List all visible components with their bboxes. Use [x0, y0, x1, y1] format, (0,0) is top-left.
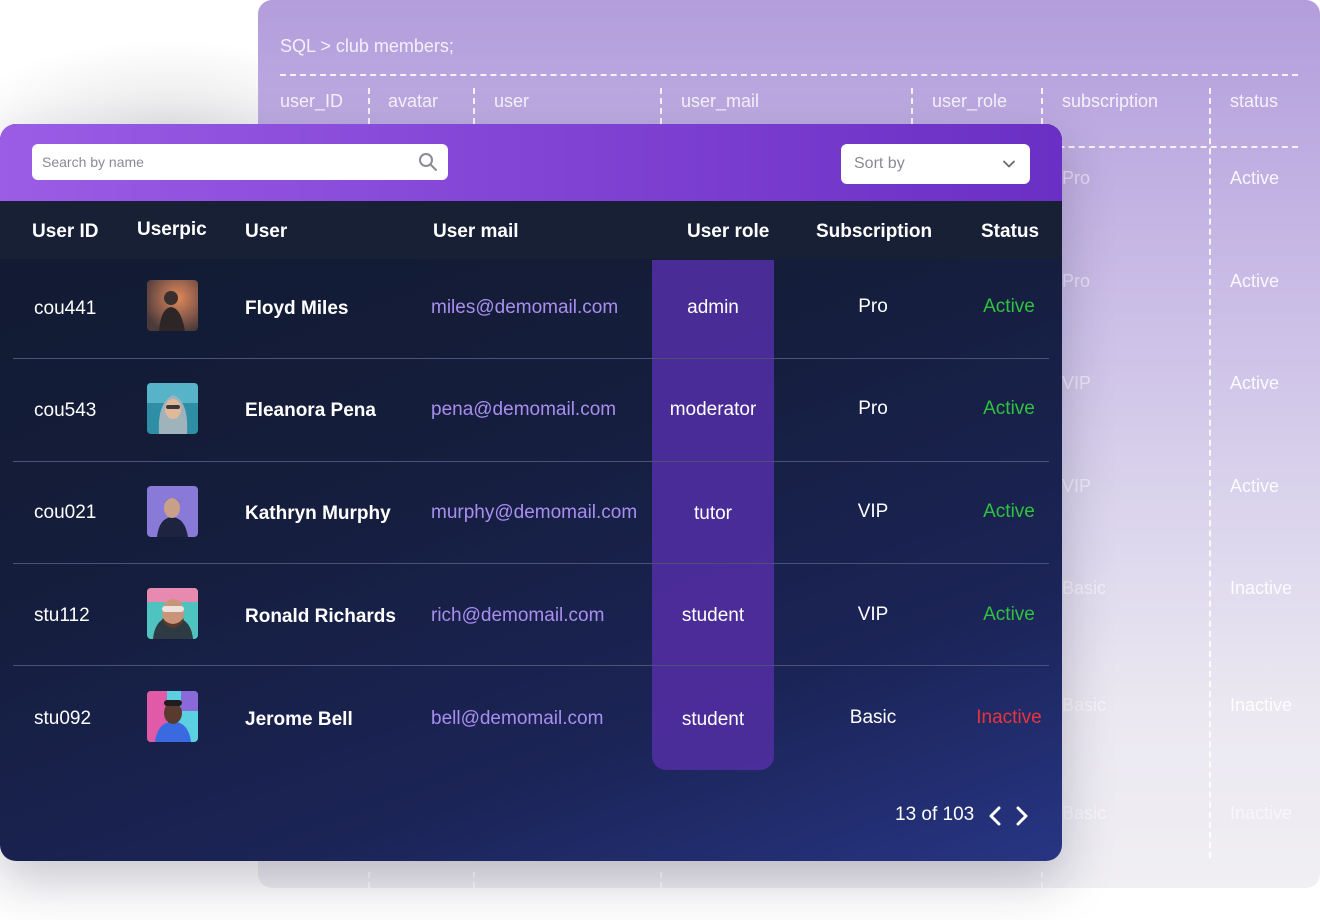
sql-column-divider: [660, 88, 662, 124]
sql-divider: [280, 74, 1298, 76]
sql-column-divider: [1041, 872, 1043, 888]
sql-header-user-role: user_role: [932, 91, 1008, 111]
cell-user-role: student: [681, 709, 745, 730]
sql-cell-subscription: Pro: [1062, 168, 1091, 188]
cell-user-id: cou441: [34, 298, 97, 319]
cell-user-id: cou021: [34, 502, 97, 523]
sql-cell-status: Inactive: [1230, 803, 1293, 823]
sql-column-divider: [1209, 88, 1211, 858]
sql-cell-status: Active: [1230, 373, 1280, 393]
table-row[interactable]: stu092 Jerome Bell bell@demomail.com stu…: [0, 666, 1062, 768]
avatar: [147, 280, 198, 331]
cell-user-mail[interactable]: rich@demomail.com: [431, 605, 604, 627]
cell-subscription: Pro: [858, 296, 888, 317]
cell-user-role: tutor: [693, 503, 733, 524]
chevron-down-icon: [1003, 160, 1015, 168]
cell-user-name: Jerome Bell: [245, 709, 353, 730]
avatar: [147, 588, 198, 639]
cell-user-mail[interactable]: bell@demomail.com: [431, 708, 603, 730]
header-subscription[interactable]: Subscription: [816, 221, 932, 243]
sql-cell-subscription: VIP: [1062, 373, 1092, 393]
avatar: [147, 383, 198, 434]
header-user-mail[interactable]: User mail: [433, 221, 519, 243]
header-status[interactable]: Status: [981, 221, 1039, 243]
cell-user-id: stu112: [34, 605, 90, 626]
sql-cell-status: Active: [1230, 476, 1280, 496]
cell-user-role: moderator: [669, 399, 757, 420]
cell-status: Active: [983, 604, 1035, 625]
sql-cell-subscription: Pro: [1062, 271, 1091, 291]
table-row[interactable]: cou441 Floyd Miles miles@demomail.com ad…: [0, 260, 1062, 362]
table-header: User ID Userpic User User mail User role…: [0, 201, 1062, 259]
header-userpic[interactable]: Userpic: [137, 219, 207, 241]
cell-status: Inactive: [976, 707, 1042, 728]
members-table-card: Sort by User ID Userpic User User mail U…: [0, 124, 1062, 861]
sql-divider: [1028, 146, 1298, 148]
sql-header-user-mail: user_mail: [681, 91, 760, 111]
sql-cell-subscription: VIP: [1062, 476, 1092, 496]
search-icon[interactable]: [418, 152, 438, 172]
sql-column-divider: [1041, 88, 1043, 124]
header-user-id[interactable]: User ID: [32, 221, 99, 243]
cell-user-name: Eleanora Pena: [245, 400, 376, 421]
row-divider: [13, 358, 1049, 359]
sql-header-avatar: avatar: [388, 91, 439, 111]
sql-header-user: user: [494, 91, 530, 111]
sql-column-divider: [368, 872, 370, 888]
chevron-right-icon[interactable]: [1013, 805, 1031, 827]
cell-status: Active: [983, 398, 1035, 419]
cell-user-name: Floyd Miles: [245, 298, 349, 319]
search-input[interactable]: [32, 144, 412, 180]
cell-user-mail[interactable]: murphy@demomail.com: [431, 502, 637, 524]
avatar: [147, 691, 198, 742]
cell-status: Active: [983, 501, 1035, 522]
cell-user-name: Ronald Richards: [245, 606, 396, 627]
table-row[interactable]: cou021 Kathryn Murphy murphy@demomail.co…: [0, 462, 1062, 564]
sql-column-divider: [473, 872, 475, 888]
sql-column-divider: [368, 88, 370, 124]
cell-user-id: stu092: [34, 708, 92, 729]
chevron-left-icon[interactable]: [986, 805, 1004, 827]
header-user[interactable]: User: [245, 221, 287, 243]
table-row[interactable]: stu112 Ronald Richards rich@demomail.com…: [0, 564, 1062, 666]
sql-title: SQL > club members;: [280, 36, 454, 56]
cell-subscription: Basic: [849, 707, 897, 728]
table-row[interactable]: cou543 Eleanora Pena pena@demomail.com m…: [0, 360, 1062, 462]
cell-user-name: Kathryn Murphy: [245, 503, 391, 524]
sql-cell-subscription: Basic: [1062, 578, 1107, 598]
cell-subscription: VIP: [857, 604, 889, 625]
toolbar: Sort by: [0, 124, 1062, 201]
pagination-label: 13 of 103: [895, 804, 975, 825]
cell-subscription: Pro: [858, 398, 888, 419]
sql-column-divider: [473, 88, 475, 124]
avatar: [147, 486, 198, 537]
sql-header-user-id: user_ID: [280, 91, 344, 111]
sql-header-status: status: [1230, 91, 1279, 111]
cell-user-mail[interactable]: miles@demomail.com: [431, 297, 618, 319]
sql-cell-subscription: Basic: [1062, 803, 1107, 823]
cell-user-mail[interactable]: pena@demomail.com: [431, 399, 616, 421]
sql-cell-status: Inactive: [1230, 578, 1293, 598]
cell-user-role: student: [681, 605, 745, 626]
sql-cell-status: Active: [1230, 271, 1280, 291]
cell-subscription: VIP: [857, 501, 889, 522]
sql-header-subscription: subscription: [1062, 91, 1159, 111]
cell-status: Active: [983, 296, 1035, 317]
search-box[interactable]: [32, 144, 448, 180]
sql-column-divider: [660, 872, 662, 888]
sql-cell-status: Inactive: [1230, 695, 1293, 715]
sort-dropdown[interactable]: Sort by: [841, 144, 1030, 184]
header-user-role[interactable]: User role: [687, 221, 769, 243]
sql-cell-subscription: Basic: [1062, 695, 1107, 715]
sql-cell-status: Active: [1230, 168, 1280, 188]
sql-column-divider: [911, 88, 913, 124]
sort-label: Sort by: [854, 155, 905, 172]
cell-user-id: cou543: [34, 400, 97, 421]
cell-user-role: admin: [687, 297, 739, 318]
